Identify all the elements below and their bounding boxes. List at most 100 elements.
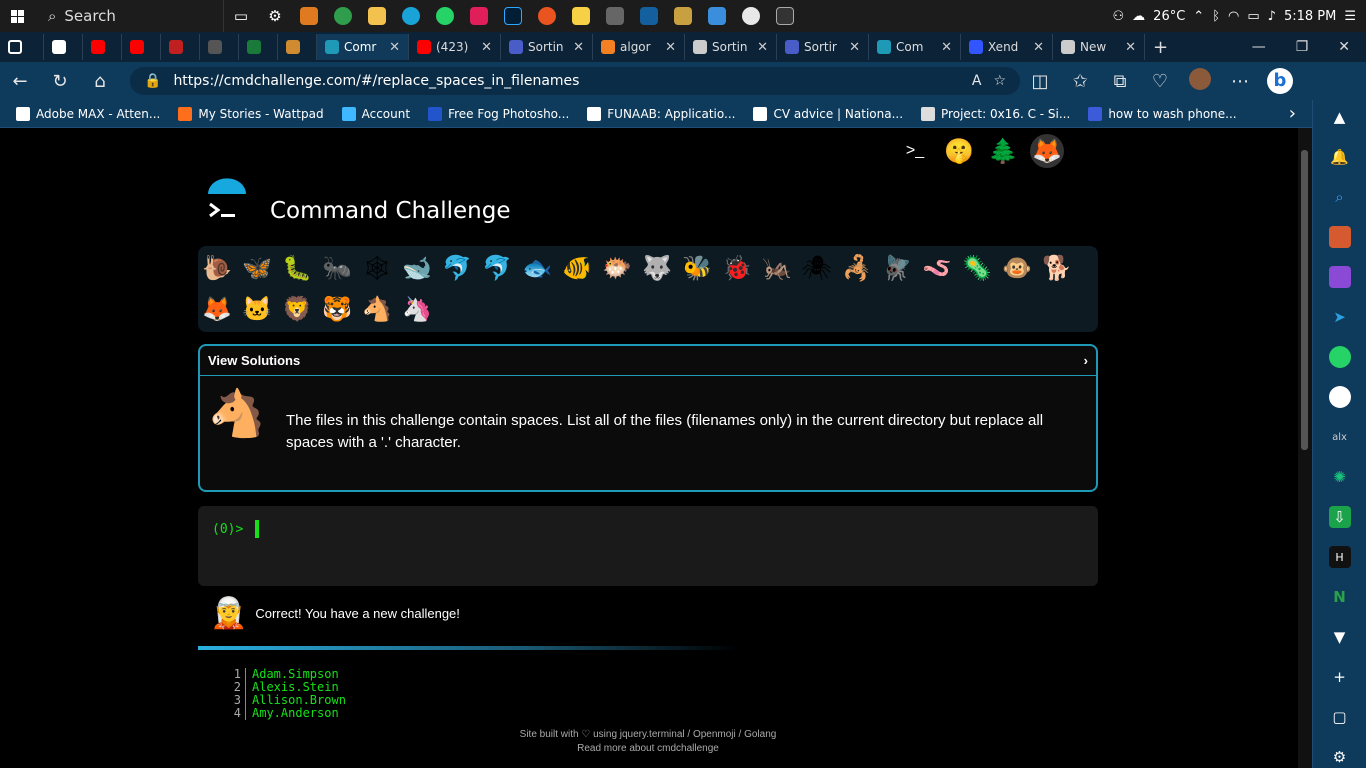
bell-icon[interactable]: 🔔 xyxy=(1329,146,1351,168)
challenge-animal-icon[interactable]: 🕸 xyxy=(360,250,394,286)
challenge-animal-icon[interactable]: 🐋 xyxy=(400,250,434,286)
wifi-icon[interactable]: ◠ xyxy=(1228,9,1239,24)
people-icon[interactable]: ⚇ xyxy=(1113,9,1125,24)
bing-copilot-icon[interactable]: b xyxy=(1260,68,1300,94)
bookmark-item[interactable]: Account xyxy=(341,106,410,121)
browser-tab[interactable]: Sortir ✕ xyxy=(777,34,869,60)
challenge-animal-icon[interactable]: 🐜 xyxy=(320,250,354,286)
challenge-animal-icon[interactable]: 🪱 xyxy=(920,250,954,286)
challenge-animal-icon[interactable]: 🐝 xyxy=(680,250,714,286)
browser-tab[interactable]: Xend ✕ xyxy=(961,34,1053,60)
terminal-prompt-line[interactable]: (0)> xyxy=(212,520,1084,538)
new-tab-button[interactable]: + xyxy=(1145,34,1176,60)
challenge-animal-icon[interactable]: 🐠 xyxy=(560,250,594,286)
challenge-animal-icon[interactable]: 🦗 xyxy=(760,250,794,286)
browser-tab[interactable]: Sortin ✕ xyxy=(501,34,593,60)
mail-icon[interactable]: ✉ xyxy=(1074,134,1108,168)
browser-tab[interactable] xyxy=(200,34,239,60)
challenge-animal-icon[interactable]: 🐟 xyxy=(520,250,554,286)
compose-icon[interactable] xyxy=(1328,266,1351,288)
tools-icon[interactable] xyxy=(1328,226,1351,248)
ubuntu-icon[interactable] xyxy=(532,1,562,31)
more-menu-icon[interactable]: ⋯ xyxy=(1220,71,1260,92)
github-icon[interactable] xyxy=(1328,386,1351,408)
challenge-animal-icon[interactable]: 🦄 xyxy=(400,291,434,327)
bookmark-item[interactable]: Adobe MAX - Atten... xyxy=(16,106,160,121)
challenge-animal-icon[interactable]: 🪰 xyxy=(880,250,914,286)
favorite-star-icon[interactable]: ☆ xyxy=(993,73,1006,89)
scrollbar-thumb[interactable] xyxy=(1301,150,1308,450)
sidebar-settings-icon[interactable]: ⚙ xyxy=(1329,746,1351,768)
chevron-up-icon[interactable]: ⌃ xyxy=(1193,9,1204,24)
gitlab-icon[interactable]: 🦊 xyxy=(1030,134,1064,168)
tab-close-icon[interactable]: ✕ xyxy=(757,40,768,55)
split-screen-icon[interactable]: ◫ xyxy=(1020,71,1060,92)
whatsapp-icon[interactable] xyxy=(1328,346,1351,368)
notification-icon[interactable]: ☰ xyxy=(1344,9,1356,24)
chrome-icon[interactable] xyxy=(328,1,358,31)
weather-icon[interactable]: ☁ xyxy=(1132,9,1145,24)
challenge-animal-icon[interactable]: 🕷 xyxy=(800,250,834,286)
bookmark-item[interactable]: Free Fog Photosho... xyxy=(428,106,569,121)
tab-close-icon[interactable]: ✕ xyxy=(665,40,676,55)
cmdchallenge-link-icon[interactable]: >_ xyxy=(898,134,932,168)
view-solutions-toggle[interactable]: View Solutions › xyxy=(200,346,1096,376)
chevron-up-icon[interactable]: ▲ xyxy=(1329,106,1351,128)
tab-close-icon[interactable]: ✕ xyxy=(389,40,400,55)
settings-icon[interactable]: ⚙ xyxy=(260,1,290,31)
refresh-icon[interactable]: ↻ xyxy=(40,71,80,92)
challenge-animal-icon[interactable]: 🐡 xyxy=(600,250,634,286)
browser-tab[interactable] xyxy=(161,34,200,60)
chevron-down-icon[interactable]: ▼ xyxy=(1329,626,1351,648)
slack-icon[interactable] xyxy=(464,1,494,31)
browser-tab[interactable]: Sortin ✕ xyxy=(685,34,777,60)
clock-time[interactable]: 5:18 PM xyxy=(1284,9,1336,24)
close-window-icon[interactable]: ✕ xyxy=(1338,39,1350,55)
taskbar-search[interactable]: ⌕ Search xyxy=(34,0,224,32)
restore-icon[interactable]: ❐ xyxy=(1296,39,1309,55)
remote-desktop-icon[interactable] xyxy=(702,1,732,31)
challenge-animal-icon[interactable]: 🐕 xyxy=(1040,250,1074,286)
browser-tab[interactable]: algor ✕ xyxy=(593,34,685,60)
browser-tab[interactable]: (423) ✕ xyxy=(409,34,501,60)
tab-close-icon[interactable]: ✕ xyxy=(481,40,492,55)
alx-icon[interactable]: alx xyxy=(1329,426,1351,448)
volume-icon[interactable]: ♪ xyxy=(1268,9,1276,24)
collections-icon[interactable]: ⧉ xyxy=(1100,71,1140,92)
terminal[interactable]: (0)> xyxy=(198,506,1098,586)
challenge-animal-icon[interactable]: 🐵 xyxy=(1000,250,1034,286)
hashnode-icon[interactable]: H xyxy=(1328,546,1351,568)
photoshop-icon[interactable] xyxy=(498,1,528,31)
read-aloud-icon[interactable]: A xyxy=(972,73,982,89)
url-field[interactable]: 🔒 https://cmdchallenge.com/#/replace_spa… xyxy=(130,67,1020,95)
challenge-animal-icon[interactable]: 🐬 xyxy=(440,250,474,286)
challenge-animal-icon[interactable]: 🦁 xyxy=(280,291,314,327)
browser-tab[interactable]: Com ✕ xyxy=(869,34,961,60)
bookmark-item[interactable]: CV advice | Nationa... xyxy=(753,106,903,121)
challenge-animal-icon[interactable]: 🐌 xyxy=(200,250,234,286)
sticky-notes-icon[interactable] xyxy=(566,1,596,31)
shush-face-icon[interactable]: 🤫 xyxy=(942,134,976,168)
media-player-icon[interactable] xyxy=(736,1,766,31)
url-text[interactable]: https://cmdchallenge.com/#/replace_space… xyxy=(173,73,959,89)
challenge-animal-icon[interactable]: 🦊 xyxy=(200,291,234,327)
tab-actions-menu[interactable] xyxy=(0,34,44,60)
back-arrow-icon[interactable]: ← xyxy=(0,71,40,92)
browser-tab[interactable] xyxy=(83,34,122,60)
challenge-animal-icon[interactable]: 🦂 xyxy=(840,250,874,286)
add-icon[interactable]: + xyxy=(1329,666,1351,688)
challenge-animal-icon[interactable]: 🐱 xyxy=(240,291,274,327)
whatsapp-icon[interactable] xyxy=(430,1,460,31)
tab-close-icon[interactable]: ✕ xyxy=(1033,40,1044,55)
edge-icon[interactable] xyxy=(396,1,426,31)
tab-close-icon[interactable]: ✕ xyxy=(1125,40,1136,55)
task-view-icon[interactable]: ▭ xyxy=(226,1,256,31)
tab-close-icon[interactable]: ✕ xyxy=(573,40,584,55)
weather-temp[interactable]: 26°C xyxy=(1153,9,1185,24)
terminal-icon[interactable] xyxy=(770,1,800,31)
challenge-animal-icon[interactable]: 🐺 xyxy=(640,250,674,286)
book-icon[interactable] xyxy=(634,1,664,31)
challenge-animal-icon[interactable]: 🦠 xyxy=(960,250,994,286)
challenge-animal-icon[interactable]: 🐯 xyxy=(320,291,354,327)
browser-tab[interactable] xyxy=(44,34,83,60)
